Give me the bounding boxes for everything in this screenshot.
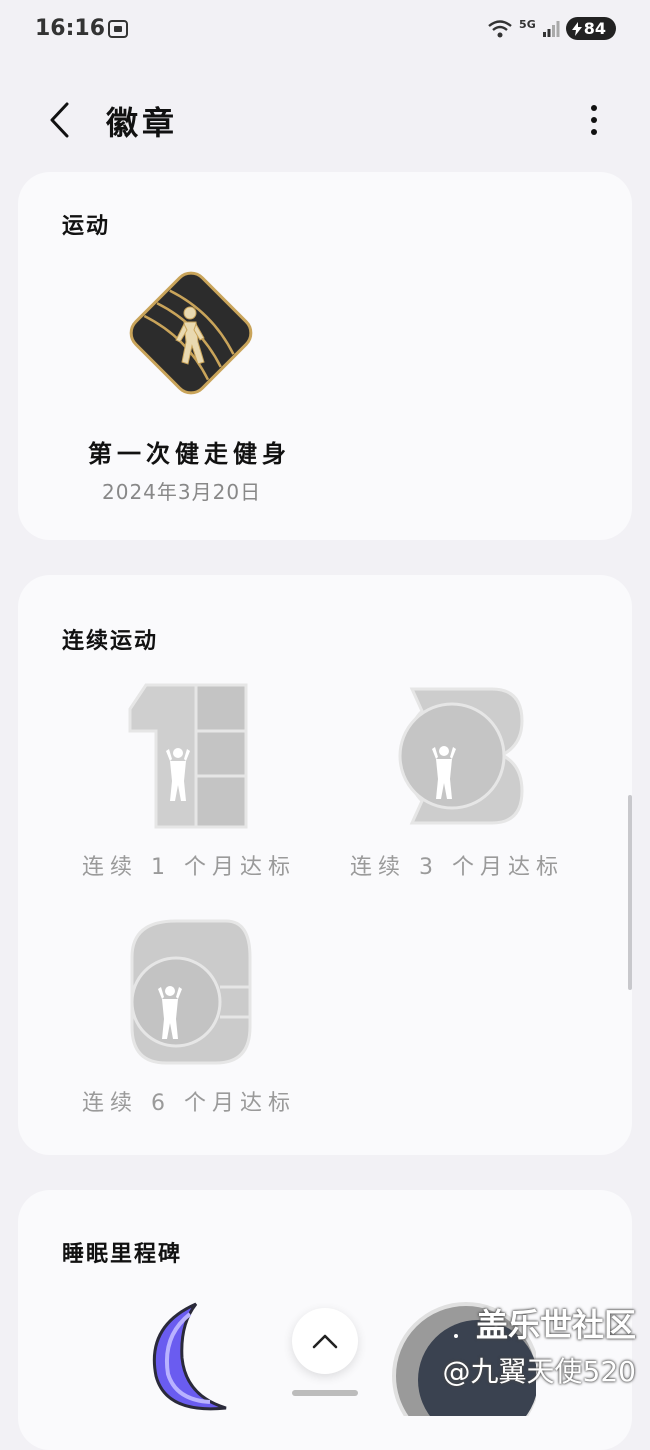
home-indicator[interactable] — [292, 1390, 358, 1396]
signal-icon — [542, 20, 560, 37]
badge-label: 连续 6 个月达标 — [82, 1091, 296, 1116]
badge-label: 第一次健走健身 — [88, 440, 291, 468]
status-icons: 5G 84 — [487, 17, 616, 40]
badge-streak-1-month[interactable]: 连续 1 个月达标 — [80, 681, 320, 891]
section-card-exercise: 运动 第一次健走健身 2024年3月20日 — [18, 172, 632, 540]
badge-streak-6-month[interactable]: 连续 6 个月达标 — [80, 917, 320, 1127]
section-title: 睡眠里程碑 — [62, 1242, 183, 1267]
app-bar: 徽章 — [0, 88, 650, 152]
moon-badge-icon[interactable] — [126, 1296, 266, 1416]
more-options-icon[interactable] — [582, 100, 606, 140]
badge-first-walk[interactable]: 第一次健走健身 2024年3月20日 — [88, 258, 298, 504]
charging-bolt-icon — [571, 21, 582, 36]
number-1-badge-icon — [128, 683, 248, 829]
battery-indicator: 84 — [565, 17, 616, 40]
watermark-title: 盖乐世社区 — [475, 1306, 636, 1344]
section-card-streak: 连续运动 连续 1 个月达标 连续 3 个月达标 连续 6 个月达标 — [18, 575, 632, 1155]
network-type: 5G — [519, 18, 536, 31]
status-bar: 16:16 5G 84 — [0, 0, 650, 60]
status-time: 16:16 — [35, 16, 106, 41]
screen-record-icon — [108, 20, 128, 38]
badge-streak-3-month[interactable]: 连续 3 个月达标 — [348, 681, 588, 891]
badge-label: 连续 3 个月达标 — [350, 855, 564, 880]
page-title: 徽章 — [106, 104, 179, 142]
back-arrow-icon[interactable] — [40, 100, 80, 140]
number-3-badge-icon — [398, 687, 524, 825]
walking-badge-icon — [129, 271, 253, 395]
badge-label: 连续 1 个月达标 — [82, 855, 296, 880]
scroll-to-top-button[interactable] — [292, 1308, 358, 1374]
wifi-icon — [488, 19, 512, 37]
badge-date: 2024年3月20日 — [102, 480, 262, 504]
watermark-author: @九翼天使520 — [442, 1355, 636, 1388]
scrollbar[interactable] — [628, 795, 632, 990]
section-title: 连续运动 — [62, 629, 159, 654]
number-6-badge-icon — [130, 919, 252, 1065]
section-title: 运动 — [62, 214, 111, 239]
chevron-up-icon — [312, 1334, 338, 1349]
battery-level: 84 — [583, 19, 606, 38]
